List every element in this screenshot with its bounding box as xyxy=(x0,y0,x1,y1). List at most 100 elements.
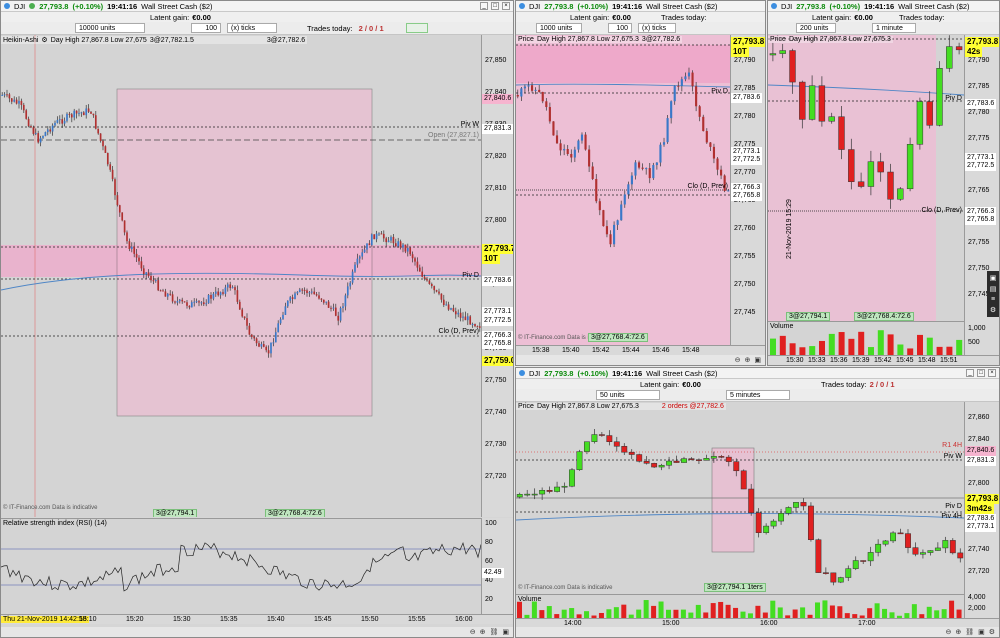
camera-icon[interactable]: ▣ xyxy=(978,628,985,636)
camera-icon[interactable]: ▣ xyxy=(754,356,761,364)
close-icon[interactable]: × xyxy=(502,2,510,10)
br-volume-panel[interactable]: Volume xyxy=(516,594,964,618)
tm-price-plot[interactable]: Price Day High 27,867.8 Low 27,675.3 3@2… xyxy=(516,35,730,345)
volume-bar xyxy=(777,607,783,618)
candle-body xyxy=(111,169,114,180)
zoom-in-icon[interactable]: ⊕ xyxy=(480,628,486,636)
candle-body xyxy=(378,233,380,235)
zoom-in-icon[interactable]: ⊕ xyxy=(745,356,751,364)
day-range-info: Day High 27,867.8 Low 27,675.3 xyxy=(536,403,639,410)
tr-volume-panel[interactable]: Volume xyxy=(768,321,964,355)
gear-icon[interactable]: ⚙ xyxy=(989,628,995,636)
camera-icon[interactable]: ▣ xyxy=(990,274,997,282)
price-marker: 42s xyxy=(965,47,983,57)
br-y-axis[interactable]: 27,86027,84027,82027,80027,78027,76027,7… xyxy=(964,402,999,594)
zoom-out-icon[interactable]: ⊖ xyxy=(470,628,476,636)
timeframe-select[interactable]: 5 minutes xyxy=(726,390,790,400)
position-tag-1[interactable]: 3@27,794.1 xyxy=(786,312,831,321)
candle-body xyxy=(126,232,128,242)
candle-body xyxy=(588,149,591,167)
close-prev-label: Clo (D, Prev) xyxy=(921,207,962,214)
close-icon[interactable]: × xyxy=(988,369,996,377)
timeframe-select[interactable]: 1 minute xyxy=(872,23,916,33)
gear-icon[interactable]: ⚙ xyxy=(990,306,996,314)
volume-label: Volume xyxy=(770,323,794,330)
settings-icon[interactable]: ⚙ xyxy=(41,36,47,44)
compare-icon[interactable]: ≡ xyxy=(991,296,995,303)
indicator-label[interactable]: Heikin-Ashi xyxy=(3,37,38,44)
camera-icon[interactable]: ▣ xyxy=(502,628,509,636)
candle-body xyxy=(322,299,325,303)
volume-bar xyxy=(897,344,904,355)
candle-body xyxy=(658,464,665,468)
maximize-icon[interactable]: □ xyxy=(977,369,985,377)
candle-body xyxy=(219,292,222,296)
instrument-short[interactable]: DJI xyxy=(781,2,792,11)
candle-body xyxy=(442,299,445,306)
save-icon[interactable]: ▤ xyxy=(990,285,997,293)
candle-body xyxy=(22,104,25,111)
br-bottom-toolbar: ⊖ ⊕ ⛓ ▣ ⚙ xyxy=(516,627,999,637)
candle-body xyxy=(539,490,546,495)
units-field[interactable]: 50 units xyxy=(596,390,660,400)
main-price-plot[interactable]: Heikin-Ashi ⚙ Day High 27,867.8 Low 27,6… xyxy=(1,35,481,517)
tr-price-plot[interactable]: Price Day High 27,867.8 Low 27,675.3 Piv… xyxy=(768,35,964,321)
candle-body xyxy=(807,505,814,540)
link-icon[interactable]: ⛓ xyxy=(489,628,498,636)
candle-body xyxy=(301,289,304,291)
main-y-axis[interactable]: 27,85027,84027,83027,82027,81027,80027,7… xyxy=(481,35,513,517)
ticks-select[interactable]: (x) ticks xyxy=(638,23,676,33)
zoom-in-icon[interactable]: ⊕ xyxy=(955,628,961,636)
position-tag-2[interactable]: 3@27,768.4:72.6 xyxy=(265,509,325,517)
maximize-icon[interactable]: □ xyxy=(491,2,499,10)
price-marker: 27,772.5 xyxy=(482,316,513,326)
position-tag[interactable]: 3@27,768.4:72.6 xyxy=(588,333,648,342)
ticks-field[interactable]: 100 xyxy=(191,23,221,33)
ticks-field[interactable]: 100 xyxy=(608,23,632,33)
instrument-short[interactable]: DJI xyxy=(529,369,540,378)
candle-body xyxy=(358,256,361,259)
candle-body xyxy=(145,272,148,275)
minimize-icon[interactable]: _ xyxy=(480,2,488,10)
units-field[interactable]: 200 units xyxy=(796,23,836,33)
candle-body xyxy=(99,133,102,141)
candle-body xyxy=(255,338,258,344)
link-icon[interactable]: ⛓ xyxy=(965,628,974,636)
tm-y-axis[interactable]: 27,79027,78527,78027,77527,77027,76527,7… xyxy=(730,35,765,345)
candle-body xyxy=(152,280,155,282)
latent-gain-value: €0.00 xyxy=(192,12,211,22)
candle-body xyxy=(238,301,241,310)
position-tag-1[interactable]: 3@27,794.1 xyxy=(153,509,198,517)
candle-body xyxy=(344,295,347,307)
price-marker: 27,831.3 xyxy=(965,456,997,466)
position-tag-2[interactable]: 3@27,768.4:72.6 xyxy=(854,312,914,321)
minimize-icon[interactable]: _ xyxy=(966,369,974,377)
candle-body xyxy=(837,577,844,583)
units-field[interactable]: 10000 units xyxy=(75,23,145,33)
rsi-panel[interactable]: Relative strength index (RSI) (14) xyxy=(1,518,481,614)
candle-body xyxy=(106,152,109,165)
br-title-bar: DJI 27,793.8 (+0.10%) 19:41:16 Wall Stre… xyxy=(516,368,999,379)
instrument-short[interactable]: DJI xyxy=(14,2,25,11)
pivot-week-label: Piv W xyxy=(460,121,479,128)
price-label: Price xyxy=(770,36,786,43)
candle-body xyxy=(852,560,859,569)
x-tick: 15:46 xyxy=(652,347,670,354)
orders-info: 2 orders @27,782.6 xyxy=(661,403,724,410)
candle-body xyxy=(555,135,559,144)
price-marker: 27,765.8 xyxy=(731,191,763,201)
position-tag[interactable]: 3@27,794.1 1ters xyxy=(704,583,766,592)
trade-signal-icon[interactable] xyxy=(405,23,428,33)
zoom-out-icon[interactable]: ⊖ xyxy=(735,356,741,364)
candle-body xyxy=(87,108,90,112)
candle-body xyxy=(320,298,323,300)
price-value: 27,793.8 xyxy=(544,1,574,11)
y-tick: 27,745 xyxy=(734,309,756,316)
ticks-select[interactable]: (x) ticks xyxy=(227,23,277,33)
zoom-out-icon[interactable]: ⊖ xyxy=(945,628,951,636)
instrument-short[interactable]: DJI xyxy=(529,2,540,11)
units-field[interactable]: 1000 units xyxy=(536,23,582,33)
br-price-plot[interactable]: Price Day High 27,867.8 Low 27,675.3 2 o… xyxy=(516,402,964,594)
candle-body xyxy=(116,195,119,206)
candle-body xyxy=(118,205,121,213)
